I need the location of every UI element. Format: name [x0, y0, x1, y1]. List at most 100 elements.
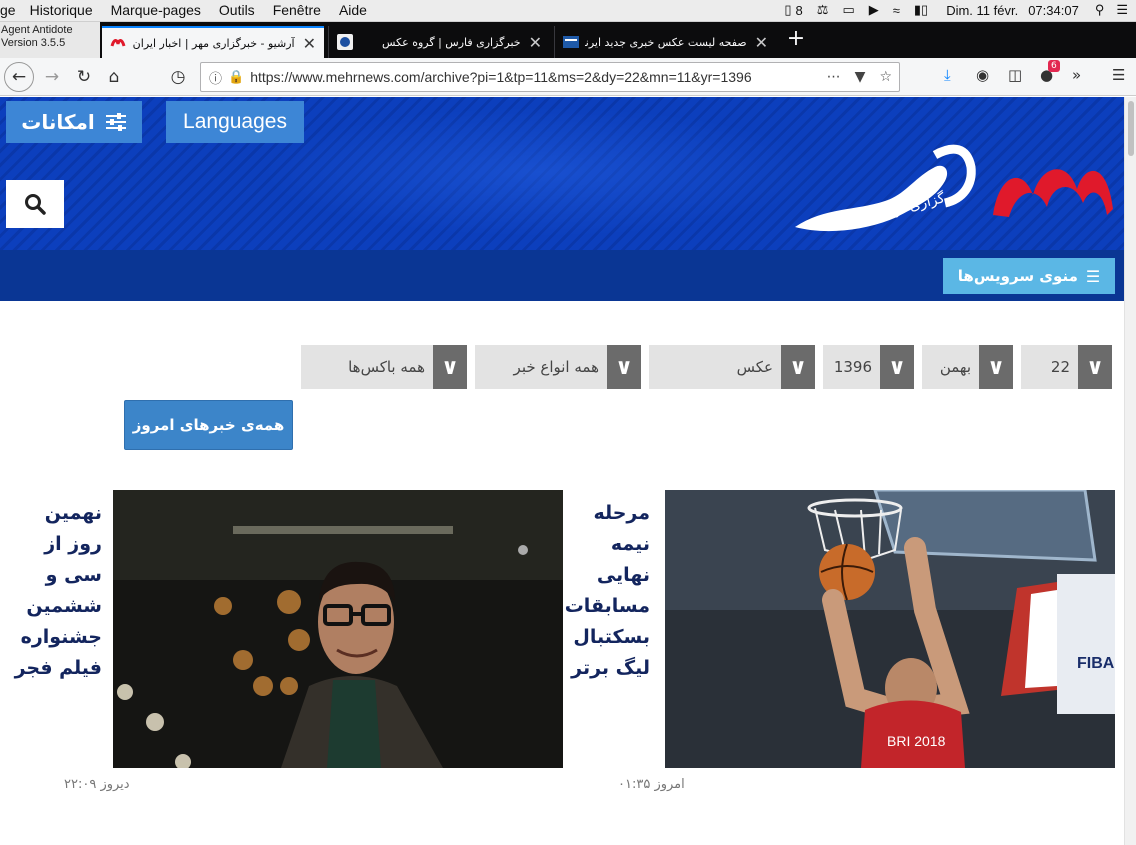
- forward-button[interactable]: →: [38, 63, 66, 91]
- mehr-favicon-icon: [110, 39, 126, 47]
- sub-navigation-bar: ☰ منوی سرویس‌ها: [0, 250, 1124, 301]
- mac-menu-bar: ge Historique Marque-pages Outils Fenêtr…: [0, 0, 1136, 22]
- jersey-text: BRI 2018: [887, 733, 946, 749]
- service-menu-label: منوی سرویس‌ها: [957, 267, 1078, 285]
- adobe-count: 8: [795, 2, 803, 18]
- battery-icon[interactable]: ▮▯: [914, 2, 928, 18]
- page-scrollbar[interactable]: [1124, 97, 1136, 845]
- chevron-down-icon: ∨: [433, 345, 467, 389]
- mehr-logo[interactable]: خبرگزاری مهر: [785, 137, 1120, 237]
- clock-time[interactable]: 07:34:07: [1028, 3, 1079, 18]
- options-button[interactable]: امکانات: [6, 101, 142, 143]
- tab-irna[interactable]: صفحه لیست عکس خبری جدید ایرنا ✕: [554, 26, 776, 58]
- search-button[interactable]: [6, 180, 64, 228]
- spotlight-icon[interactable]: ⚲: [1095, 2, 1105, 18]
- month-filter-value: بهمن: [939, 358, 971, 376]
- web-page: امکانات Languages خبرگزاری مهر ☰ منوی سر…: [0, 97, 1124, 845]
- airplay-icon[interactable]: ▭: [842, 2, 854, 18]
- header-map-background: [260, 107, 820, 237]
- basketball-photo[interactable]: BRI 2018 FIBA: [665, 490, 1115, 768]
- menu-bars-icon: ☰: [1085, 266, 1101, 286]
- menu-app[interactable]: ge: [0, 2, 16, 18]
- tab-mehrnews[interactable]: آرشیو - خبرگزاری مهر | اخبار ایران و جها…: [102, 26, 324, 58]
- new-tab-button[interactable]: +: [784, 28, 808, 52]
- wifi-icon[interactable]: ≈: [893, 3, 900, 18]
- page-actions-icon[interactable]: ⋯: [827, 69, 841, 85]
- tab-farsnews[interactable]: خبرگزاری فارس | گروه عکس ✕: [328, 26, 550, 58]
- all-today-news-button[interactable]: همه‌ی خبرهای امروز: [124, 400, 293, 450]
- menu-marque-pages[interactable]: Marque-pages: [111, 2, 201, 18]
- overflow-chevron-icon[interactable]: »: [1072, 66, 1081, 84]
- headline-line: مسابقات: [564, 595, 650, 617]
- tab-title: صفحه لیست عکس خبری جدید ایرنا: [585, 35, 747, 49]
- clock-date[interactable]: Dim. 11 févr.: [946, 3, 1018, 18]
- url-text[interactable]: https://www.mehrnews.com/archive?pi=1&tp…: [250, 69, 819, 85]
- headline-line: بسکتبال: [573, 626, 650, 648]
- hamburger-menu-icon[interactable]: ☰: [1112, 66, 1125, 84]
- reload-button[interactable]: ↻: [70, 63, 98, 91]
- headline-line: نیمه: [610, 533, 650, 555]
- extension-color-icon[interactable]: ◉: [976, 66, 989, 84]
- sidebar-icon[interactable]: ◫: [1008, 66, 1022, 84]
- downloads-icon[interactable]: ⤓: [944, 66, 951, 84]
- site-info-icon[interactable]: ⓘ: [209, 68, 222, 87]
- navigation-toolbar: ← → ↻ ⌂ ◷ ⓘ 🔒 https://www.mehrnews.com/a…: [0, 58, 1136, 96]
- fars-favicon-icon: [337, 34, 353, 50]
- url-bar[interactable]: ⓘ 🔒 https://www.mehrnews.com/archive?pi=…: [200, 62, 900, 92]
- irna-favicon-icon: [563, 36, 579, 48]
- service-menu-button[interactable]: ☰ منوی سرویس‌ها: [943, 258, 1115, 294]
- languages-button[interactable]: Languages: [166, 101, 304, 143]
- tab-close-icon[interactable]: ✕: [529, 33, 542, 52]
- antidote-line-2: Version 3.5.5: [1, 37, 66, 49]
- timestamp-fajr-festival: دیروز ۲۲:۰۹: [64, 777, 130, 792]
- headline-fajr-festival[interactable]: نهمین روز از سی و ششمین جشنواره فیلم فجر: [12, 498, 102, 684]
- flask-icon[interactable]: ⚖: [817, 2, 829, 18]
- timestamp-basketball: امروز ۰۱:۳۵: [618, 777, 685, 792]
- basketball-photo-image: BRI 2018 FIBA: [665, 490, 1115, 768]
- news-type-filter-value: همه انواع خبر: [513, 358, 599, 376]
- options-label: امکانات: [21, 110, 95, 134]
- menu-outils[interactable]: Outils: [219, 2, 255, 18]
- box-filter-select[interactable]: ∨ همه باکس‌ها: [301, 345, 467, 389]
- headline-basketball[interactable]: مرحله نیمه نهایی مسابقات بسکتبال لیگ برت…: [560, 498, 650, 684]
- scrollbar-thumb[interactable]: [1128, 101, 1134, 156]
- headline-line: لیگ برتر: [571, 657, 650, 679]
- pocket-icon[interactable]: ▼: [855, 69, 866, 85]
- chevron-down-icon: ∨: [1078, 345, 1112, 389]
- antidote-agent-label: Agent Antidote Version 3.5.5: [0, 22, 100, 58]
- headline-line: ششمین: [26, 595, 102, 617]
- extension-badge-icon[interactable]: ● 6: [1040, 60, 1060, 84]
- fiba-banner-text: FIBA: [1077, 655, 1115, 672]
- tab-strip: Agent Antidote Version 3.5.5 آرشیو - خبر…: [0, 22, 1136, 58]
- menu-fenetre[interactable]: Fenêtre: [273, 2, 321, 18]
- back-button[interactable]: ←: [4, 62, 34, 92]
- headline-line: روز از: [44, 533, 102, 555]
- antidote-line-1: Agent Antidote: [1, 24, 73, 36]
- menu-historique[interactable]: Historique: [30, 2, 93, 18]
- day-filter-select[interactable]: ∨ 22: [1021, 345, 1112, 389]
- service-filter-select[interactable]: ∨ عکس: [649, 345, 815, 389]
- headline-line: جشنواره: [20, 626, 102, 648]
- lock-icon[interactable]: 🔒: [228, 70, 244, 85]
- adobe-icon[interactable]: ▯: [784, 2, 791, 18]
- tab-title: آرشیو - خبرگزاری مهر | اخبار ایران و جها…: [132, 36, 295, 50]
- news-type-filter-select[interactable]: ∨ همه انواع خبر: [475, 345, 641, 389]
- box-filter-value: همه باکس‌ها: [348, 358, 425, 376]
- extension-badge-count: 6: [1048, 60, 1060, 72]
- tab-title: خبرگزاری فارس | گروه عکس: [382, 35, 521, 49]
- service-filter-value: عکس: [736, 358, 773, 376]
- day-filter-value: 22: [1050, 358, 1070, 376]
- tab-close-icon[interactable]: ✕: [755, 33, 768, 52]
- menu-aide[interactable]: Aide: [339, 2, 367, 18]
- tab-close-icon[interactable]: ✕: [303, 34, 316, 53]
- notification-center-icon[interactable]: ☰: [1116, 2, 1128, 18]
- festival-portrait-photo[interactable]: [113, 490, 563, 768]
- volume-icon[interactable]: ▶: [869, 2, 879, 18]
- year-filter-select[interactable]: ∨ 1396: [823, 345, 914, 389]
- month-filter-select[interactable]: ∨ بهمن: [922, 345, 1013, 389]
- history-clock-icon[interactable]: ◷: [164, 63, 192, 91]
- bookmark-star-icon[interactable]: ☆: [879, 69, 892, 85]
- sliders-icon: [105, 113, 126, 131]
- home-button[interactable]: ⌂: [100, 63, 128, 91]
- year-filter-value: 1396: [833, 358, 872, 376]
